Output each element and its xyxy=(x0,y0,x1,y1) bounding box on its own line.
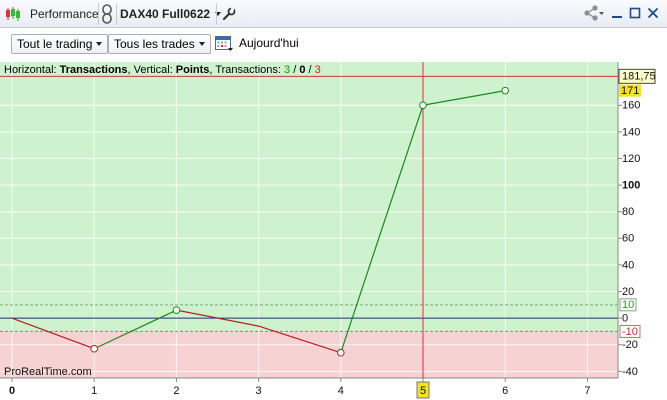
y-tick-label: 140 xyxy=(622,126,640,138)
date-selector[interactable]: Aujourd'hui xyxy=(214,33,299,53)
y-tick-label: 20 xyxy=(622,286,634,298)
performance-chart[interactable]: -40 -20 0 20 40 60 80 100 120 140 160 0 1 2 3 4 6 7 10 -10 1… xyxy=(0,62,667,400)
horizontal-label: Horizontal: xyxy=(4,64,60,76)
chevron-down-icon xyxy=(198,42,205,46)
threshold-upper-label: 10 xyxy=(622,299,634,311)
x-tick-label: 7 xyxy=(584,385,590,397)
trades-filter-dropdown[interactable]: Tous les trades xyxy=(108,34,211,54)
chevron-down-icon xyxy=(96,42,103,46)
performance-toolbar: Tout le trading Tous les trades Aujourd'… xyxy=(0,28,667,62)
chain-link-icon xyxy=(100,3,114,25)
minimize-icon[interactable] xyxy=(611,6,623,20)
transactions-separator: / xyxy=(290,64,300,76)
chart-canvas[interactable]: -40 -20 0 20 40 60 80 100 120 140 160 0 1 2 3 4 6 7 10 -10 1… xyxy=(0,62,667,400)
y-tick-label: 0 xyxy=(622,313,628,325)
trading-scope-value: Tout le trading xyxy=(17,37,93,51)
date-selector-label: Aujourd'hui xyxy=(239,36,299,50)
instrument-selector[interactable]: DAX40 Full0622 xyxy=(120,3,222,25)
y-tick-label: -20 xyxy=(622,339,638,351)
wrench-icon xyxy=(222,7,236,21)
titlebar-divider xyxy=(216,3,217,25)
y-tick-label: 160 xyxy=(622,100,640,112)
maximize-icon[interactable] xyxy=(629,6,641,20)
chart-header-info: Horizontal: Transactions, Vertical: Poin… xyxy=(4,64,321,76)
x-axis-panel xyxy=(0,378,667,400)
crosshair-x-value: 5 xyxy=(420,385,426,397)
data-point xyxy=(172,306,181,314)
close-icon[interactable] xyxy=(647,6,659,20)
trades-filter-value: Tous les trades xyxy=(114,37,195,51)
losing-transactions-count: 3 xyxy=(314,64,321,76)
threshold-lower-label: -10 xyxy=(622,326,638,338)
horizontal-value: Transactions xyxy=(59,64,128,76)
x-tick-label: 0 xyxy=(9,385,15,397)
data-point xyxy=(419,101,427,110)
transactions-label: , Transactions: xyxy=(209,64,285,76)
calendar-icon xyxy=(214,33,234,53)
transactions-separator: / xyxy=(305,64,315,76)
last-value-label: 171 xyxy=(621,85,639,97)
settings-button[interactable] xyxy=(222,3,236,25)
share-icon[interactable] xyxy=(583,5,605,21)
y-tick-label: 80 xyxy=(622,206,634,218)
titlebar-divider xyxy=(98,3,99,25)
window-controls xyxy=(583,5,659,21)
watermark: ProRealTime.com xyxy=(4,366,92,378)
vertical-label: , Vertical: xyxy=(127,64,176,76)
y-tick-label: -40 xyxy=(622,366,638,378)
link-chain-button[interactable] xyxy=(100,3,114,25)
y-tick-label: 40 xyxy=(622,259,634,271)
data-point xyxy=(501,86,510,95)
x-tick-label: 2 xyxy=(173,385,179,397)
vertical-value: Points xyxy=(175,64,210,76)
titlebar-divider xyxy=(116,3,117,25)
data-point xyxy=(337,348,345,357)
instrument-name: DAX40 Full0622 xyxy=(120,7,211,21)
data-point xyxy=(90,344,98,353)
y-tick-label: 100 xyxy=(622,179,640,191)
x-tick-label: 6 xyxy=(502,385,508,397)
x-tick-label: 4 xyxy=(338,385,344,397)
trading-scope-dropdown[interactable]: Tout le trading xyxy=(11,34,109,54)
profit-zone xyxy=(0,62,618,332)
candlestick-icon xyxy=(4,5,22,23)
window-title: Performance xyxy=(30,7,99,21)
performance-tab[interactable]: Performance xyxy=(4,3,99,25)
crosshair-y-value: 181,75 xyxy=(622,71,656,83)
window-titlebar: Performance DAX40 Full0622 xyxy=(0,0,667,28)
y-tick-label: 120 xyxy=(622,153,640,165)
x-tick-label: 3 xyxy=(256,385,262,397)
x-tick-label: 1 xyxy=(91,385,97,397)
y-tick-label: 60 xyxy=(622,233,634,245)
